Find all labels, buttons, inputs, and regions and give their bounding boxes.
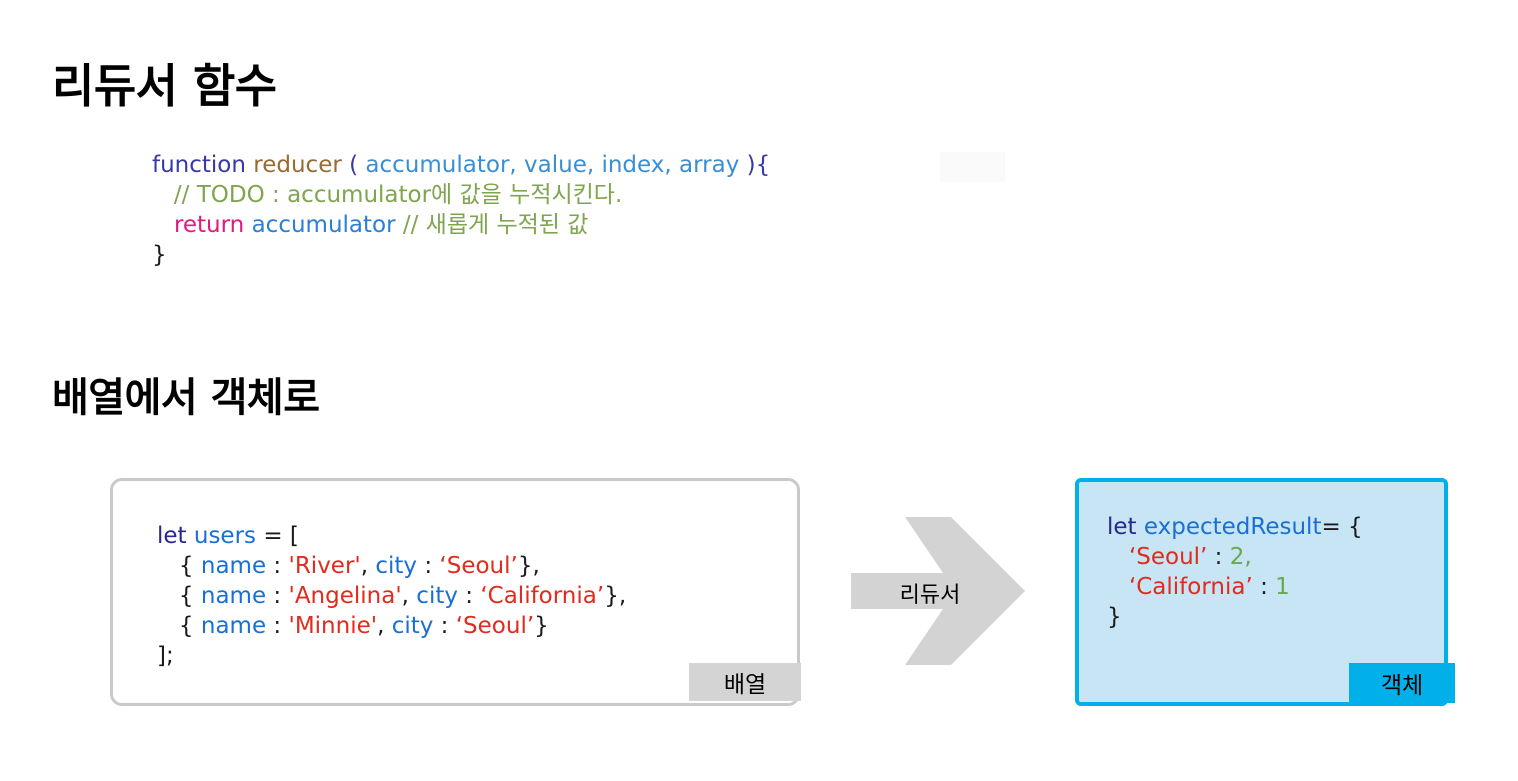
code-token: : xyxy=(266,553,289,579)
ghost-highlight-rect xyxy=(940,152,1005,182)
code-token: name xyxy=(200,613,267,639)
code-line: } xyxy=(152,240,770,270)
code-token: expectedResult xyxy=(1143,514,1322,540)
code-line: { name : 'Angelina', city : ‘California’… xyxy=(157,581,626,611)
code-line: return accumulator // 새롭게 누적된 값 xyxy=(152,210,770,240)
code-token: { xyxy=(157,583,201,609)
array-code-snippet: let users = [ { name : 'River', city : ‘… xyxy=(157,521,626,671)
code-token: let xyxy=(157,523,187,549)
code-token: name xyxy=(200,583,267,609)
code-token: users xyxy=(193,523,257,549)
code-token: : xyxy=(433,613,456,639)
code-token: return xyxy=(173,212,245,238)
code-line: { name : 'Minnie', city : ‘Seoul’} xyxy=(157,611,626,641)
code-token: 1 xyxy=(1275,574,1290,600)
code-line: let users = [ xyxy=(157,521,626,551)
code-line: ‘Seoul’ : 2, xyxy=(1107,542,1363,572)
code-line: let expectedResult= { xyxy=(1107,512,1363,542)
code-line: function reducer ( accumulator, value, i… xyxy=(152,150,770,180)
code-token: 2, xyxy=(1229,544,1252,570)
page-title-reducer-function: 리듀서 함수 xyxy=(52,59,277,113)
code-token: let xyxy=(1107,514,1137,540)
object-code-snippet: let expectedResult= { ‘Seoul’ : 2, ‘Cali… xyxy=(1107,512,1363,632)
code-token: city xyxy=(416,583,458,609)
code-line: { name : 'River', city : ‘Seoul’}, xyxy=(157,551,626,581)
code-line: } xyxy=(1107,602,1363,632)
code-line: ]; xyxy=(157,641,626,671)
reducer-function-code-snippet: function reducer ( accumulator, value, i… xyxy=(152,150,770,270)
code-token: : xyxy=(1207,544,1230,570)
code-token: , xyxy=(377,613,392,639)
code-token: = [ xyxy=(256,523,299,549)
code-token: : xyxy=(266,613,289,639)
code-token: ]; xyxy=(157,643,174,669)
code-token: ( xyxy=(341,152,359,178)
object-badge: 객체 xyxy=(1349,663,1455,703)
code-token: ‘Seoul’ xyxy=(439,553,518,579)
code-token: = { xyxy=(1321,514,1363,540)
code-token: : xyxy=(457,583,481,609)
code-line: ‘California’ : 1 xyxy=(1107,572,1363,602)
reducer-arrow-label: 리듀서 xyxy=(899,583,961,608)
code-line: // TODO : accumulator에 값을 누적시킨다. xyxy=(152,180,770,210)
code-token: reducer xyxy=(253,152,342,178)
code-token: accumulator, value, index, array xyxy=(358,152,747,178)
code-token: city xyxy=(375,553,418,579)
code-token: : xyxy=(417,553,440,579)
code-token: // TODO : accumulator에 값을 누적시킨다. xyxy=(152,182,623,208)
code-token: function xyxy=(152,152,246,178)
code-token: ‘Seoul’ xyxy=(1128,544,1208,570)
code-token: } xyxy=(152,242,167,268)
code-token: accumulator xyxy=(251,212,396,238)
code-token: city xyxy=(391,613,434,639)
code-token: { xyxy=(157,553,201,579)
array-badge: 배열 xyxy=(689,663,801,701)
page-title-array-to-object: 배열에서 객체로 xyxy=(52,375,320,421)
code-token: 'River' xyxy=(288,553,361,579)
code-token: : xyxy=(266,583,289,609)
code-token: : xyxy=(1252,574,1276,600)
code-token: name xyxy=(200,553,267,579)
code-token: // 새롭게 누적된 값 xyxy=(402,212,589,238)
code-token: }, xyxy=(604,583,627,609)
code-token: 'Minnie' xyxy=(288,613,378,639)
code-token: { xyxy=(157,613,201,639)
code-token: } xyxy=(534,613,549,639)
code-token: ‘Seoul’ xyxy=(455,613,535,639)
code-token: }, xyxy=(517,553,540,579)
code-token: } xyxy=(1107,604,1122,630)
code-token: , xyxy=(401,583,417,609)
code-token: ‘California’ xyxy=(480,583,605,609)
code-token: 'Angelina' xyxy=(288,583,402,609)
code-token: ‘California’ xyxy=(1128,574,1253,600)
code-token: ){ xyxy=(746,152,771,178)
code-token: , xyxy=(360,553,376,579)
